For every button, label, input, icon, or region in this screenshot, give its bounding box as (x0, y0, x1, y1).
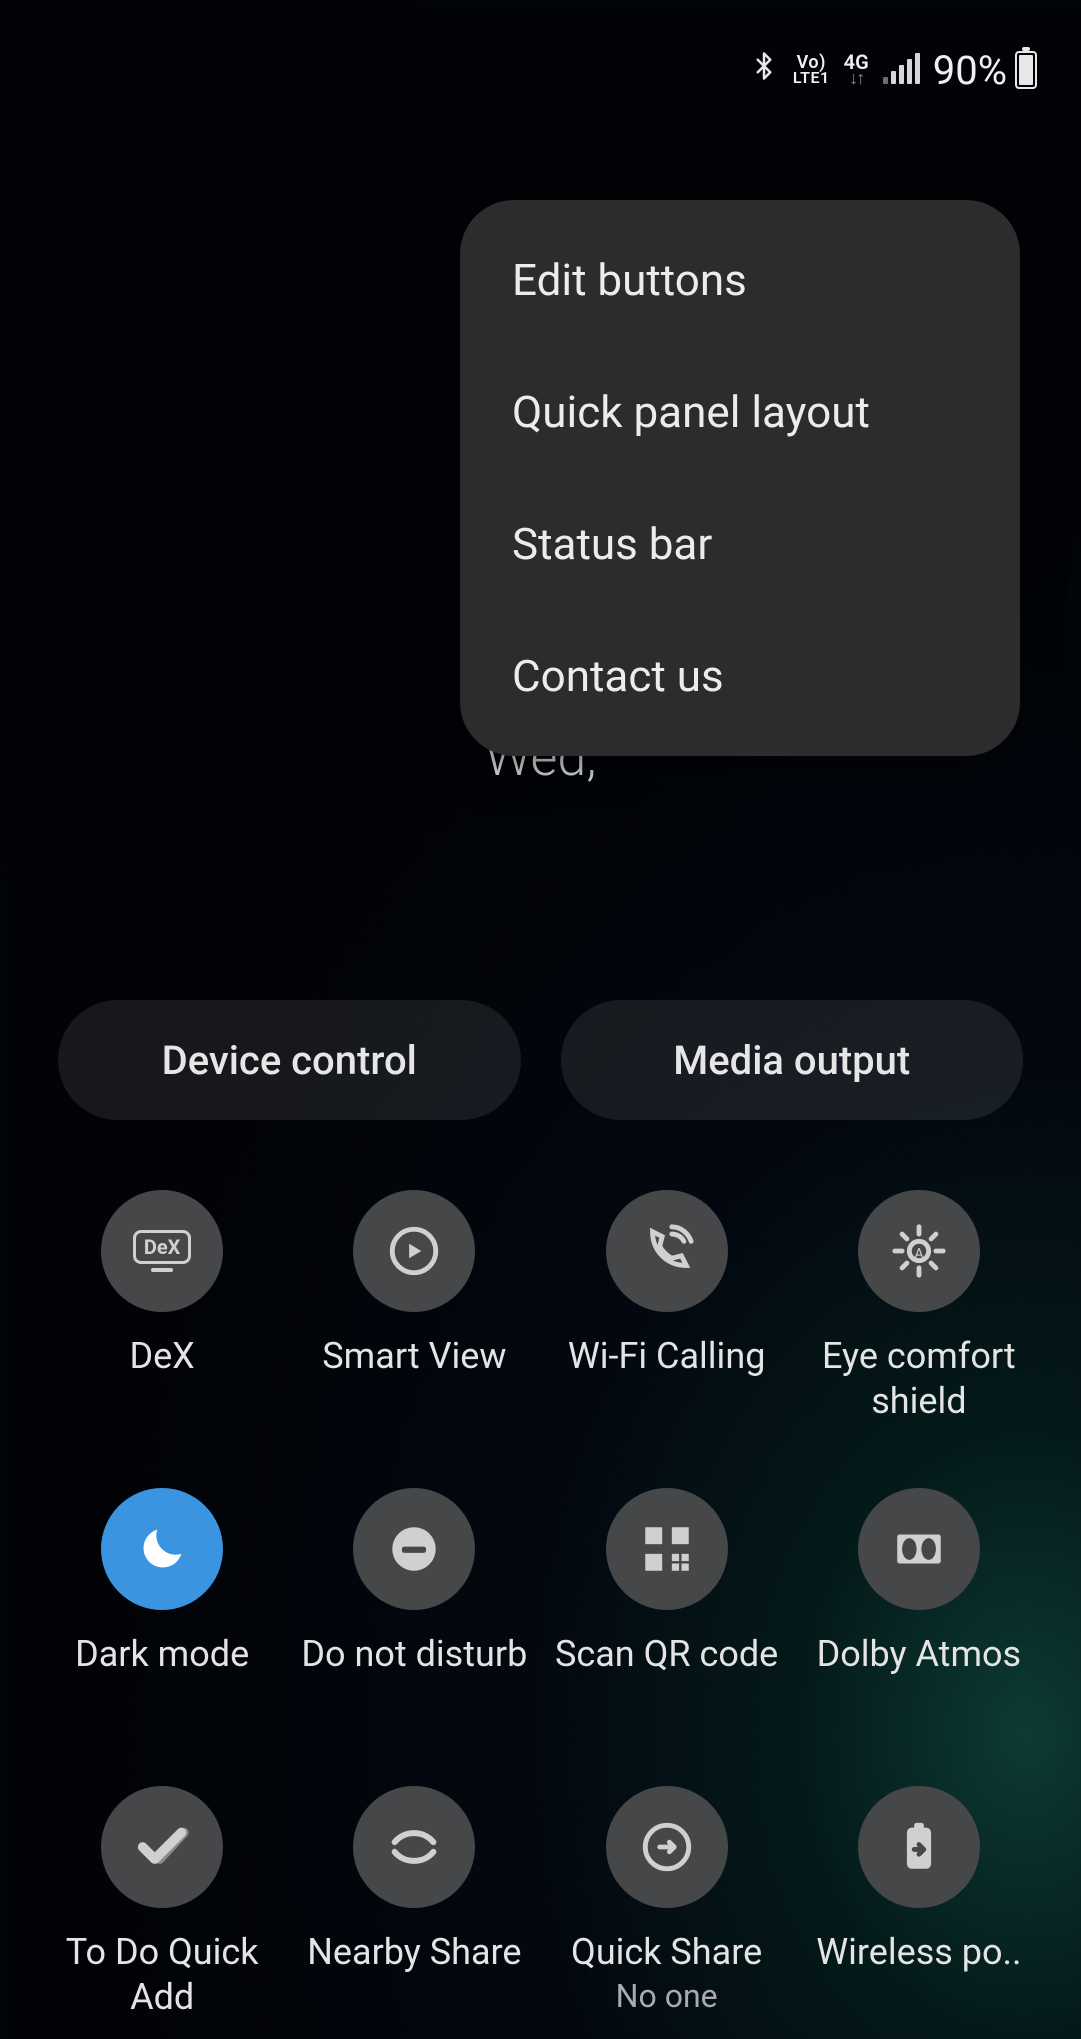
menu-quick-panel-layout[interactable]: Quick panel layout (460, 346, 1020, 478)
quick-settings-grid: DeX DeX Smart View Wi-Fi Calling A Eye c… (40, 1180, 1041, 2039)
smartview-icon (385, 1222, 443, 1280)
tile-dark-mode[interactable]: Dark mode (40, 1488, 284, 1778)
battery-indicator: 90% (933, 47, 1037, 94)
menu-contact-us[interactable]: Contact us (460, 610, 1020, 742)
wifi-calling-icon (638, 1222, 696, 1280)
menu-edit-buttons[interactable]: Edit buttons (460, 214, 1020, 346)
menu-status-bar[interactable]: Status bar (460, 478, 1020, 610)
eye-comfort-icon: A (890, 1222, 948, 1280)
wireless-power-icon (890, 1818, 948, 1876)
bluetooth-icon (749, 51, 779, 89)
battery-percent: 90% (933, 47, 1007, 94)
volte-indicator: Vo) LTE1 (793, 55, 830, 86)
device-control-button[interactable]: Device control (58, 1000, 521, 1120)
tile-wifi-calling[interactable]: Wi-Fi Calling (545, 1190, 789, 1480)
tile-label: Smart View (322, 1334, 506, 1379)
tile-scan-qr[interactable]: Scan QR code (545, 1488, 789, 1778)
tile-label: Nearby Share (307, 1930, 521, 1975)
moon-icon (133, 1520, 191, 1578)
nearby-share-icon (385, 1818, 443, 1876)
battery-icon (1015, 51, 1037, 89)
tile-smart-view[interactable]: Smart View (292, 1190, 536, 1480)
status-bar: Vo) LTE1 4G ↓↑ 90% (0, 0, 1081, 140)
tile-label: Wi-Fi Calling (568, 1334, 766, 1379)
network-4g-indicator: 4G ↓↑ (844, 53, 869, 87)
tile-label: DeX (129, 1334, 194, 1379)
quick-share-icon (638, 1818, 696, 1876)
tile-label: To Do Quick Add (47, 1930, 277, 2020)
tile-label: Scan QR code (555, 1632, 778, 1677)
tile-label: Quick Share (571, 1930, 762, 1975)
tile-todo[interactable]: To Do Quick Add (40, 1786, 284, 2039)
tile-dolby[interactable]: Dolby Atmos (797, 1488, 1041, 1778)
tile-label: Wireless po.. (816, 1930, 1021, 1975)
tile-label: Dolby Atmos (817, 1632, 1022, 1677)
tile-dex[interactable]: DeX DeX (40, 1190, 284, 1480)
tile-wireless-power[interactable]: Wireless po.. (797, 1786, 1041, 2039)
signal-strength-icon (883, 56, 919, 84)
tile-label: Eye comfort shield (804, 1334, 1034, 1424)
quick-pill-row: Device control Media output (58, 1000, 1023, 1120)
tile-dnd[interactable]: Do not disturb (292, 1488, 536, 1778)
tile-quick-share[interactable]: Quick Share No one (545, 1786, 789, 2039)
tile-label: Do not disturb (301, 1632, 527, 1677)
tile-label: Dark mode (75, 1632, 249, 1677)
check-icon (133, 1818, 191, 1876)
tile-nearby-share[interactable]: Nearby Share (292, 1786, 536, 2039)
dex-icon: DeX (133, 1230, 192, 1272)
tile-eye-comfort[interactable]: A Eye comfort shield (797, 1190, 1041, 1480)
tile-sublabel: No one (616, 1977, 718, 2015)
dolby-icon (890, 1520, 948, 1578)
dnd-icon (385, 1520, 443, 1578)
overflow-menu: Edit buttons Quick panel layout Status b… (460, 200, 1020, 756)
media-output-button[interactable]: Media output (561, 1000, 1024, 1120)
qr-icon (638, 1520, 696, 1578)
svg-text:A: A (914, 1245, 924, 1262)
